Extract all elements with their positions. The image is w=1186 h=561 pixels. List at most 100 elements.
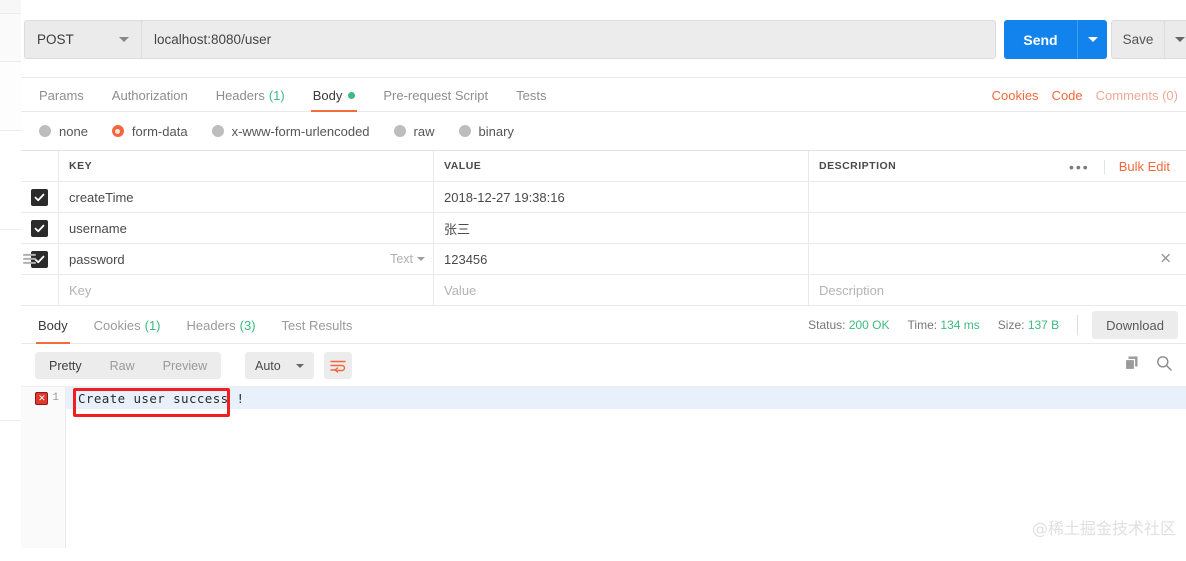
chevron-down-icon [296, 363, 304, 368]
response-tab-test-results[interactable]: Test Results [269, 306, 366, 344]
comments-link[interactable]: Comments (0) [1096, 88, 1178, 103]
strip-segment [0, 421, 21, 561]
save-options-button[interactable] [1164, 20, 1186, 59]
search-icon[interactable] [1156, 355, 1172, 376]
download-button[interactable]: Download [1092, 311, 1178, 339]
status-indicator: Status: 200 OK [808, 318, 889, 332]
response-tab-cookies[interactable]: Cookies (1) [81, 306, 174, 344]
body-active-dot-icon [348, 91, 356, 99]
strip-segment [0, 230, 21, 421]
row-checkbox-cell [21, 244, 59, 274]
radio-selected-icon [111, 125, 124, 137]
row-description-cell[interactable] [809, 182, 1186, 212]
cookies-link[interactable]: Cookies [992, 88, 1039, 103]
gutter-line: ✕ 1 [21, 387, 66, 409]
copy-icon[interactable] [1124, 355, 1140, 376]
radio-label: none [59, 123, 88, 139]
divider [1077, 315, 1079, 335]
tab-label: Authorization [111, 87, 188, 103]
response-tab-body[interactable]: Body [25, 306, 81, 344]
row-type-selector[interactable]: Text [390, 252, 425, 266]
response-format-selector[interactable]: Auto [245, 352, 314, 379]
chevron-down-icon [119, 37, 129, 42]
tab-label: Tests [516, 87, 547, 103]
size-indicator: Size: 137 B [998, 318, 1059, 332]
row-value-text: 2018-12-27 19:38:16 [444, 189, 565, 205]
row-value-placeholder: Value [444, 282, 477, 298]
response-meta: Status: 200 OK Time: 134 ms Size: 137 B … [808, 306, 1178, 344]
radio-label: form-data [131, 123, 188, 139]
row-value-cell[interactable]: 张三 [434, 213, 809, 243]
row-checkbox-cell [21, 182, 59, 212]
row-value-cell[interactable]: 123456 [434, 244, 809, 274]
time-value: 134 ms [940, 318, 980, 332]
radio-label: x-www-form-urlencoded [231, 123, 370, 139]
radio-x-www-form-urlencoded[interactable]: x-www-form-urlencoded [211, 123, 370, 139]
radio-icon [393, 125, 406, 137]
url-input[interactable]: localhost:8080/user [141, 20, 996, 59]
table-row: password Text 123456 ✕ [21, 244, 1186, 275]
response-view-mode-group: Pretty Raw Preview [35, 352, 222, 379]
remove-row-icon[interactable]: ✕ [1159, 252, 1172, 267]
row-key-cell[interactable]: createTime [59, 182, 434, 212]
row-type-label: Text [390, 252, 413, 266]
chevron-down-icon [1087, 37, 1098, 42]
row-key-cell[interactable]: password Text [59, 244, 434, 274]
code-link[interactable]: Code [1052, 88, 1083, 103]
row-key-text: password [69, 251, 125, 267]
header-description-label: DESCRIPTION [819, 160, 897, 172]
line-number: 1 [52, 392, 59, 404]
bulk-edit-link[interactable]: Bulk Edit [1105, 159, 1180, 174]
row-value-cell[interactable]: 2018-12-27 19:38:16 [434, 182, 809, 212]
view-mode-pretty[interactable]: Pretty [35, 352, 96, 379]
row-checkbox-cell [21, 213, 59, 243]
save-button[interactable]: Save [1111, 20, 1164, 59]
response-toolbar: Pretty Raw Preview Auto [21, 344, 1186, 386]
row-description-cell[interactable] [809, 213, 1186, 243]
row-description-placeholder: Description [819, 282, 885, 298]
header-key-label: KEY [69, 160, 93, 172]
more-options-icon[interactable]: ••• [1055, 159, 1105, 174]
tab-label: Headers [215, 87, 265, 103]
postman-window: POST localhost:8080/user Send Save Param… [0, 0, 1186, 561]
http-method-selector[interactable]: POST [24, 20, 141, 59]
tab-label: Body [38, 317, 68, 333]
row-checkbox-cell [21, 275, 59, 305]
row-description-cell[interactable]: ✕ [809, 244, 1186, 274]
row-description-cell[interactable]: Description [809, 275, 1186, 305]
strip-segment [0, 131, 21, 230]
tab-tests[interactable]: Tests [502, 78, 560, 112]
tab-authorization[interactable]: Authorization [98, 78, 202, 112]
request-tab-list: Params Authorization Headers (1) Body Pr… [25, 78, 560, 112]
tab-body[interactable]: Body [299, 78, 370, 112]
tab-label: Params [39, 87, 84, 103]
word-wrap-icon [330, 360, 346, 373]
tab-params[interactable]: Params [25, 78, 98, 112]
row-key-cell[interactable]: username [59, 213, 434, 243]
word-wrap-button[interactable] [324, 352, 352, 379]
row-checkbox[interactable] [31, 188, 48, 206]
radio-label: raw [413, 123, 435, 139]
tab-headers[interactable]: Headers (1) [202, 78, 299, 112]
error-marker-icon[interactable]: ✕ [35, 391, 49, 405]
drag-handle-icon[interactable] [23, 252, 36, 266]
send-button[interactable]: Send [1004, 20, 1077, 59]
radio-icon [211, 125, 224, 137]
row-value-cell[interactable]: Value [434, 275, 809, 305]
row-key-cell[interactable]: Key [59, 275, 434, 305]
response-tab-headers[interactable]: Headers (3) [174, 306, 269, 344]
response-body-line[interactable]: Create user success ! [66, 387, 1186, 409]
tab-pre-request-script[interactable]: Pre-request Script [369, 78, 502, 112]
tab-label: Test Results [281, 317, 353, 333]
radio-binary[interactable]: binary [458, 124, 514, 139]
radio-raw[interactable]: raw [393, 123, 435, 139]
radio-none[interactable]: none [39, 124, 88, 139]
request-tabs: Params Authorization Headers (1) Body Pr… [21, 78, 1186, 112]
chevron-down-icon [1174, 37, 1185, 42]
row-checkbox[interactable] [31, 219, 48, 237]
strip-segment [0, 0, 21, 14]
radio-form-data[interactable]: form-data [111, 123, 188, 139]
view-mode-preview[interactable]: Preview [149, 352, 221, 379]
send-options-button[interactable] [1077, 20, 1107, 59]
view-mode-raw[interactable]: Raw [96, 352, 149, 379]
